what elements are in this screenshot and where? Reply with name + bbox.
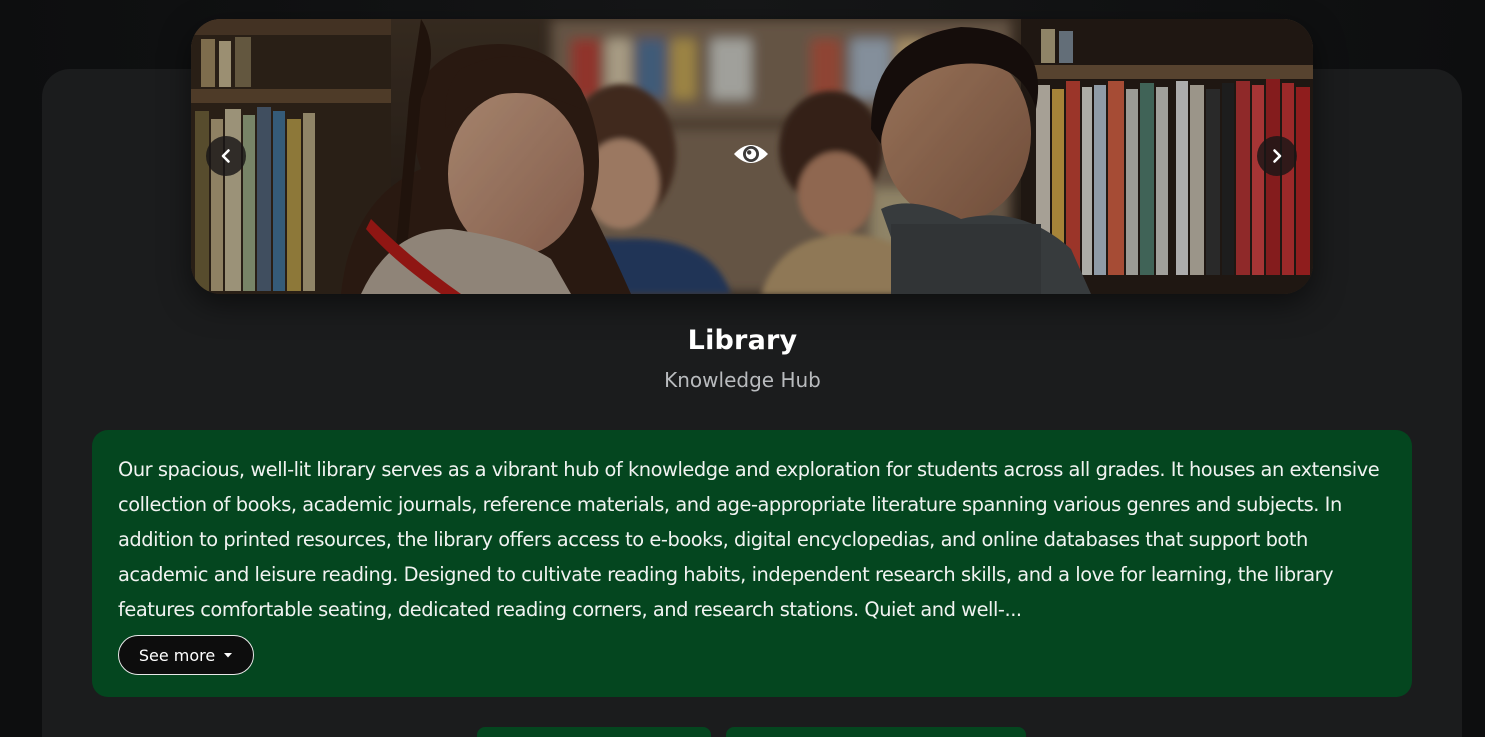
action-button-2[interactable] [726, 727, 1026, 737]
see-more-button[interactable]: See more [118, 635, 254, 675]
action-button-1[interactable] [477, 727, 711, 737]
section-subtitle: Knowledge Hub [664, 368, 821, 392]
page: Library Knowledge Hub Our spacious, well… [0, 0, 1485, 737]
section-title: Library [687, 325, 798, 356]
carousel-next-button[interactable] [1257, 136, 1297, 176]
see-more-label: See more [138, 645, 216, 665]
caret-down-icon [224, 653, 233, 658]
eye-icon[interactable] [732, 139, 770, 169]
carousel-image[interactable] [191, 19, 1313, 294]
chevron-right-icon [1273, 149, 1282, 163]
description-panel: Our spacious, well-lit library serves as… [92, 430, 1412, 697]
chevron-left-icon [221, 149, 230, 163]
description-text: Our spacious, well-lit library serves as… [118, 458, 1380, 621]
carousel-prev-button[interactable] [206, 136, 246, 176]
